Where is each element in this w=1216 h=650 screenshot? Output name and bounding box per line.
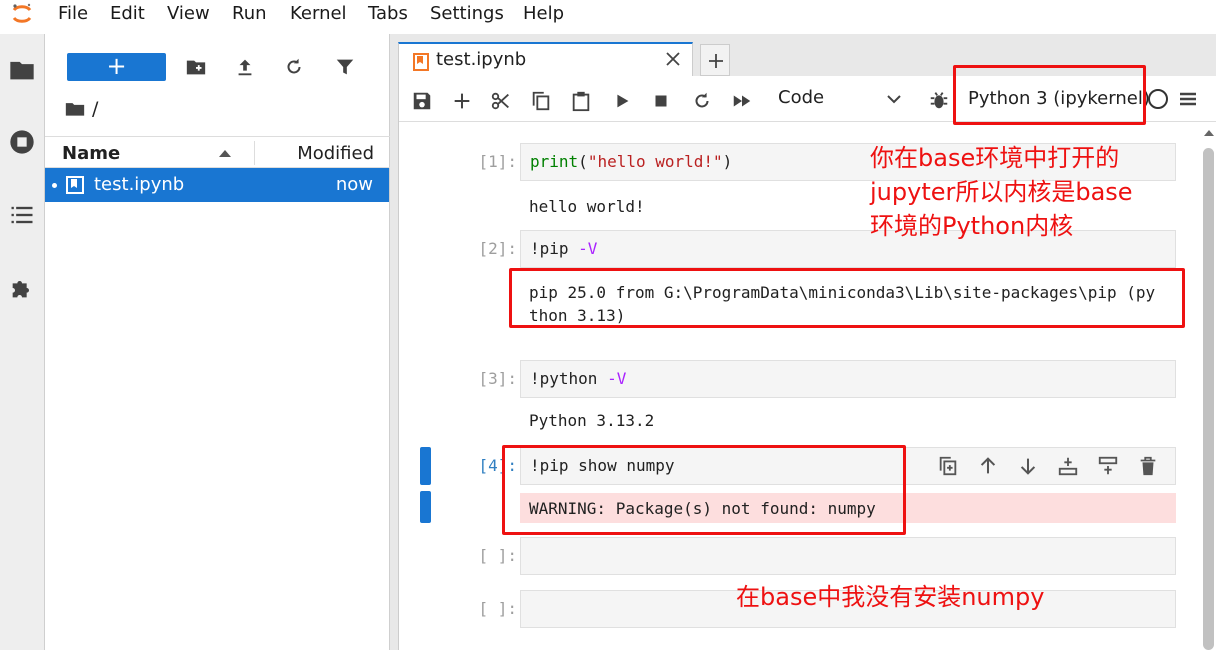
code-token: "hello world!" xyxy=(587,152,723,171)
execution-count: [ ]: xyxy=(478,546,517,565)
main-area: test.ipynb Code Python 3 (ipykernel) [1]… xyxy=(390,34,1216,650)
new-launcher-button[interactable]: + xyxy=(67,53,166,81)
file-list-item[interactable]: test.ipynb now xyxy=(45,168,389,202)
upload-icon[interactable] xyxy=(234,56,256,78)
restart-icon[interactable] xyxy=(691,90,713,112)
menu-settings[interactable]: Settings xyxy=(430,3,504,24)
kernel-annotation-line2: jupyter所以内核是base xyxy=(870,178,1133,206)
numpy-annotation: 在base中我没有安装numpy xyxy=(736,583,1045,611)
hamburger-menu-icon[interactable] xyxy=(1178,89,1198,109)
menu-run[interactable]: Run xyxy=(232,3,267,24)
sort-ascending-icon[interactable] xyxy=(219,150,231,157)
execution-count: [ ]: xyxy=(478,599,517,618)
code-token: ) xyxy=(722,152,733,171)
menu-edit[interactable]: Edit xyxy=(110,3,145,24)
plus-icon xyxy=(709,54,723,68)
running-icon[interactable] xyxy=(8,128,36,156)
copy-icon[interactable] xyxy=(530,90,552,112)
code-token: -V xyxy=(607,369,627,388)
save-icon[interactable] xyxy=(411,90,433,112)
insert-above-icon[interactable] xyxy=(1057,455,1079,477)
move-up-icon[interactable] xyxy=(977,455,999,477)
run-icon[interactable] xyxy=(611,90,633,112)
file-list-header: Name Modified xyxy=(45,136,390,168)
cell-type-value: Code xyxy=(778,87,825,108)
insert-below-icon[interactable] xyxy=(1097,455,1119,477)
execution-count: [1]: xyxy=(478,152,517,171)
running-indicator-icon xyxy=(52,183,57,188)
folder-icon[interactable] xyxy=(65,100,85,118)
execution-count: [3]: xyxy=(478,369,517,388)
new-folder-icon[interactable] xyxy=(185,56,207,78)
cut-icon[interactable] xyxy=(490,90,512,112)
cell-input[interactable]: !python -V xyxy=(520,360,1176,398)
file-name: test.ipynb xyxy=(94,174,185,195)
tab-test-ipynb[interactable]: test.ipynb xyxy=(398,42,693,78)
folder-icon[interactable] xyxy=(8,56,36,84)
vertical-scrollbar[interactable] xyxy=(1200,122,1216,650)
cell-output: hello world! xyxy=(529,197,645,216)
cell-input[interactable]: !pip -V xyxy=(520,230,1176,268)
activity-bar xyxy=(0,34,45,650)
refresh-icon[interactable] xyxy=(283,56,305,78)
duplicate-cell-icon[interactable] xyxy=(937,455,959,477)
cell-input[interactable] xyxy=(520,537,1176,575)
breadcrumb-root[interactable]: / xyxy=(92,98,98,120)
code-token: !python xyxy=(530,369,608,388)
notebook-icon xyxy=(413,53,429,71)
code-token: !pip xyxy=(530,239,579,258)
scrollbar-thumb[interactable] xyxy=(1203,148,1214,650)
insert-cell-icon[interactable] xyxy=(451,90,473,112)
pip-version-highlight-box xyxy=(509,268,1185,328)
jupyter-logo-icon[interactable] xyxy=(10,2,34,26)
code-token: -V xyxy=(578,239,598,258)
column-name-header[interactable]: Name xyxy=(62,143,120,164)
output-collapser[interactable] xyxy=(420,491,431,523)
execution-count: [2]: xyxy=(478,239,517,258)
extension-icon[interactable] xyxy=(8,274,36,302)
cell-output: Python 3.13.2 xyxy=(529,411,655,430)
notebook-icon xyxy=(66,176,84,194)
numpy-highlight-box xyxy=(502,445,906,535)
new-tab-button[interactable] xyxy=(700,44,730,76)
menu-tabs[interactable]: Tabs xyxy=(368,3,408,24)
scroll-up-arrow-icon[interactable] xyxy=(1204,130,1214,136)
delete-cell-icon[interactable] xyxy=(1137,455,1159,477)
chevron-down-icon xyxy=(887,95,901,104)
file-modified: now xyxy=(335,174,373,195)
code-token: print xyxy=(530,152,579,171)
column-modified-header[interactable]: Modified xyxy=(297,143,374,164)
fast-forward-icon[interactable] xyxy=(731,90,753,112)
menu-kernel[interactable]: Kernel xyxy=(290,3,347,24)
menu-help[interactable]: Help xyxy=(523,3,564,24)
kernel-idle-status-icon xyxy=(1148,89,1168,109)
table-of-contents-icon[interactable] xyxy=(8,201,36,229)
code-token: ( xyxy=(578,152,588,171)
menubar: File Edit View Run Kernel Tabs Settings … xyxy=(0,0,1216,30)
stop-icon[interactable] xyxy=(650,90,672,112)
debugger-icon[interactable] xyxy=(928,89,950,111)
menu-view[interactable]: View xyxy=(167,3,210,24)
cell-type-select[interactable]: Code xyxy=(778,86,903,112)
paste-icon[interactable] xyxy=(570,90,592,112)
filter-icon[interactable] xyxy=(334,56,356,78)
file-browser: + / Name Modified test.ipynb now xyxy=(45,34,390,650)
kernel-highlight-box xyxy=(953,65,1146,125)
tab-label: test.ipynb xyxy=(436,49,527,70)
kernel-annotation-line3: 环境的Python内核 xyxy=(870,212,1074,240)
move-down-icon[interactable] xyxy=(1017,455,1039,477)
kernel-annotation-line1: 你在base环境中打开的 xyxy=(870,144,1120,172)
close-icon[interactable] xyxy=(665,51,681,67)
cell-toolbar xyxy=(937,455,1167,479)
input-collapser[interactable] xyxy=(420,447,431,485)
column-divider xyxy=(254,141,255,165)
menu-file[interactable]: File xyxy=(58,3,88,24)
